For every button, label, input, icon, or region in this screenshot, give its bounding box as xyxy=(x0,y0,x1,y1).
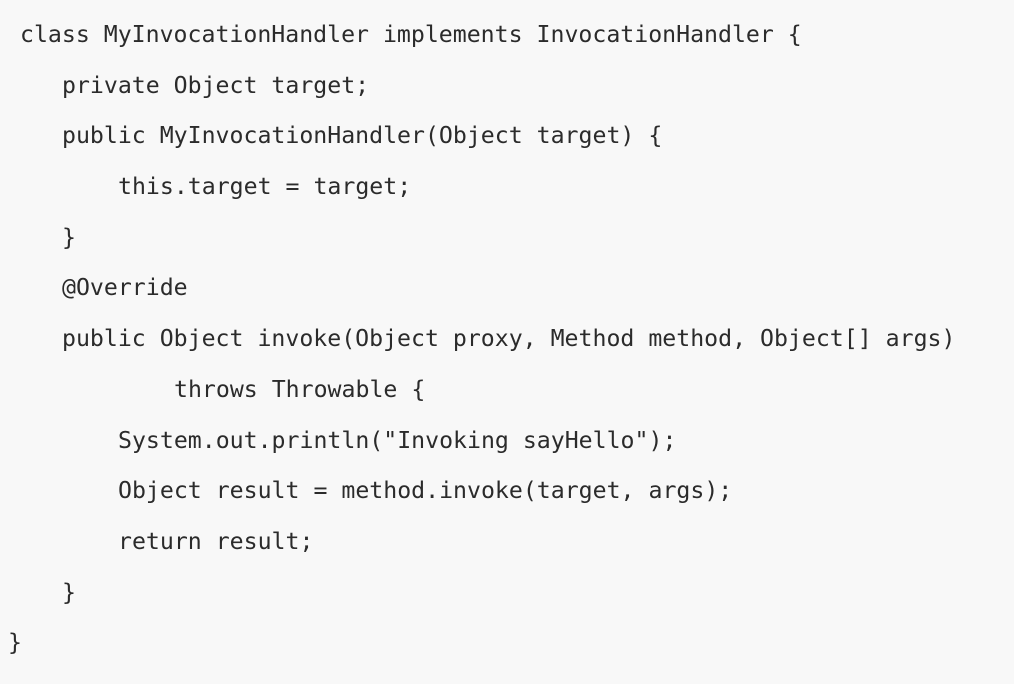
code-line: private Object target; xyxy=(62,71,370,99)
code-line: Object result = method.invoke(target, ar… xyxy=(118,477,733,505)
code-line: throws Throwable { xyxy=(174,375,426,403)
code-line: class MyInvocationHandler implements Inv… xyxy=(20,21,802,48)
code-line: public Object invoke(Object proxy, Metho… xyxy=(62,325,956,353)
code-line: } xyxy=(62,223,76,251)
code-block: class MyInvocationHandler implements Inv… xyxy=(0,0,1014,684)
code-line: } xyxy=(62,578,76,606)
code-line: System.out.println("Invoking sayHello"); xyxy=(118,426,677,454)
code-line: public MyInvocationHandler(Object target… xyxy=(62,122,663,150)
code-line: } xyxy=(8,629,22,657)
code-line: this.target = target; xyxy=(118,173,412,201)
code-line: return result; xyxy=(118,527,314,555)
code-line: @Override xyxy=(62,274,188,302)
